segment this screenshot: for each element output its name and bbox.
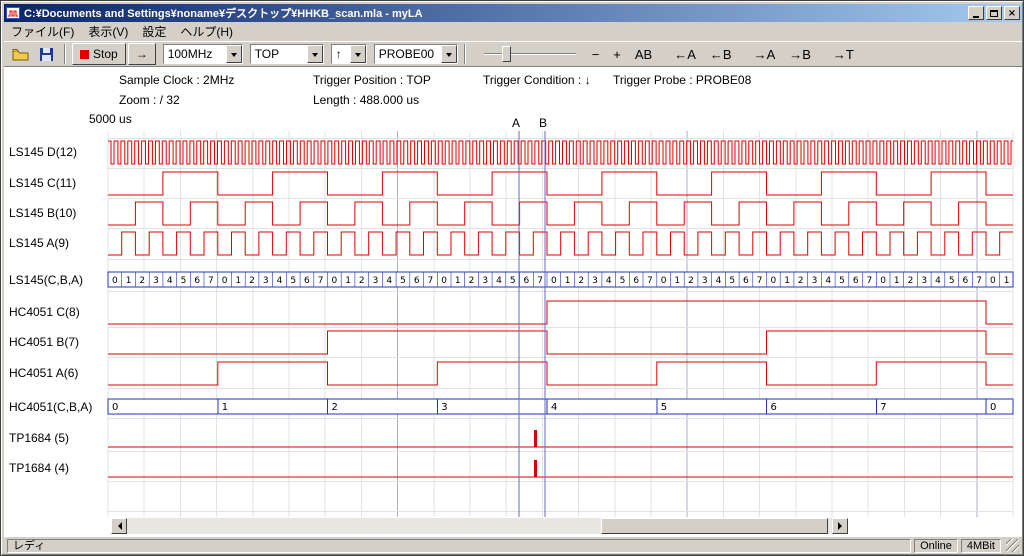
channel-label-ls145-b: LS145 B(10) bbox=[9, 205, 76, 221]
zoom-out-button[interactable]: − bbox=[586, 44, 606, 65]
save-floppy-icon bbox=[40, 48, 53, 61]
channel-label-hc4051-c: HC4051 C(8) bbox=[9, 304, 80, 320]
channel-label-hc4051-a: HC4051 A(6) bbox=[9, 365, 78, 381]
channel-label-hc4051-bus: HC4051(C,B,A) bbox=[9, 399, 92, 415]
menu-settings[interactable]: 設定 bbox=[135, 22, 173, 41]
status-online: Online bbox=[914, 539, 958, 553]
run-arrow-icon: → bbox=[136, 47, 148, 61]
horizontal-scrollbar[interactable] bbox=[111, 518, 848, 534]
chevron-down-icon[interactable] bbox=[350, 45, 366, 63]
channel-label-hc4051-b: HC4051 B(7) bbox=[9, 334, 79, 350]
goto-cursor-b-button[interactable]: ←B bbox=[704, 44, 738, 65]
menu-help[interactable]: ヘルプ(H) bbox=[173, 22, 240, 41]
ab-range-button[interactable]: AB bbox=[629, 44, 658, 65]
menu-file[interactable]: ファイル(F) bbox=[4, 22, 81, 41]
channel-label-tp1684-5: TP1684 (5) bbox=[9, 430, 69, 446]
toolbar: Stop → 100MHz TOP ↑ PROBE00 − + AB ←A bbox=[4, 41, 1022, 67]
close-button[interactable]: × bbox=[1004, 6, 1020, 20]
trigger-probe-label: Trigger Probe : PROBE08 bbox=[613, 73, 751, 87]
chevron-down-icon[interactable] bbox=[441, 45, 457, 63]
channel-label-ls145-d: LS145 D(12) bbox=[9, 144, 77, 160]
open-button[interactable] bbox=[8, 43, 32, 65]
clock-select-value: 100MHz bbox=[168, 47, 213, 61]
channel-label-tp1684-4: TP1684 (4) bbox=[9, 460, 69, 476]
titlebar[interactable]: C:¥Documents and Settings¥noname¥デスクトップ¥… bbox=[4, 4, 1022, 22]
minimize-icon bbox=[973, 16, 979, 18]
cursor-a-label[interactable]: A bbox=[512, 116, 520, 130]
chevron-down-icon[interactable] bbox=[307, 45, 323, 63]
trigger-edge-select[interactable]: ↑ bbox=[331, 44, 367, 64]
open-folder-icon bbox=[12, 48, 29, 61]
scroll-left-button[interactable] bbox=[111, 518, 127, 534]
stop-button[interactable]: Stop bbox=[72, 43, 126, 65]
menubar: ファイル(F) 表示(V) 設定 ヘルプ(H) bbox=[4, 23, 1022, 40]
maximize-icon bbox=[990, 10, 998, 17]
clock-select[interactable]: 100MHz bbox=[163, 44, 243, 64]
app-icon bbox=[6, 6, 20, 20]
length-label: Length : 488.000 us bbox=[313, 93, 419, 107]
trigger-position-select[interactable]: TOP bbox=[250, 44, 324, 64]
zoom-label: Zoom : / 32 bbox=[119, 93, 180, 107]
statusbar: レディ Online 4MBit bbox=[4, 536, 1022, 554]
trigger-position-label: Trigger Position : TOP bbox=[313, 73, 431, 87]
save-button[interactable] bbox=[34, 43, 58, 65]
app-window: C:¥Documents and Settings¥noname¥デスクトップ¥… bbox=[0, 0, 1024, 556]
channel-label-ls145-bus: LS145(C,B,A) bbox=[9, 272, 83, 288]
trigger-condition-label: Trigger Condition : ↓ bbox=[483, 73, 591, 87]
status-message: レディ bbox=[7, 539, 911, 553]
status-memory: 4MBit bbox=[961, 539, 1001, 553]
zoom-slider-track bbox=[484, 53, 576, 55]
window-title: C:¥Documents and Settings¥noname¥デスクトップ¥… bbox=[24, 5, 968, 21]
menu-view[interactable]: 表示(V) bbox=[81, 22, 135, 41]
goto-trigger-button[interactable]: →T bbox=[827, 44, 860, 65]
zoom-in-button[interactable]: + bbox=[607, 44, 627, 65]
waveform-area bbox=[4, 67, 1022, 536]
toolbar-separator bbox=[464, 44, 466, 64]
stop-icon bbox=[80, 50, 89, 59]
trigger-probe-value: PROBE00 bbox=[379, 47, 434, 61]
chevron-down-icon[interactable] bbox=[226, 45, 242, 63]
run-button[interactable]: → bbox=[128, 43, 156, 65]
channel-label-ls145-a: LS145 A(9) bbox=[9, 235, 69, 251]
scroll-right-button[interactable] bbox=[832, 518, 848, 534]
stop-button-label: Stop bbox=[93, 47, 118, 61]
set-cursor-b-button[interactable]: →B bbox=[783, 44, 817, 65]
channel-label-ls145-c: LS145 C(11) bbox=[9, 175, 76, 191]
arrow-right-icon bbox=[838, 522, 846, 530]
cursor-b-label[interactable]: B bbox=[539, 116, 547, 130]
trigger-probe-select[interactable]: PROBE00 bbox=[374, 44, 458, 64]
resize-grip[interactable] bbox=[1006, 539, 1019, 552]
toolbar-separator bbox=[64, 44, 66, 64]
minimize-button[interactable] bbox=[968, 6, 984, 20]
close-icon: × bbox=[1008, 8, 1016, 19]
time-division-label: 5000 us bbox=[89, 112, 132, 126]
set-cursor-a-button[interactable]: →A bbox=[748, 44, 782, 65]
zoom-slider[interactable] bbox=[484, 44, 576, 64]
goto-cursor-a-button[interactable]: ←A bbox=[668, 44, 702, 65]
trigger-position-value: TOP bbox=[255, 47, 279, 61]
zoom-slider-thumb[interactable] bbox=[502, 46, 511, 62]
sample-clock-label: Sample Clock : 2MHz bbox=[119, 73, 234, 87]
maximize-button[interactable] bbox=[986, 6, 1002, 20]
scroll-thumb[interactable] bbox=[601, 518, 828, 534]
trigger-edge-value: ↑ bbox=[336, 47, 342, 61]
arrow-left-icon bbox=[114, 522, 122, 530]
